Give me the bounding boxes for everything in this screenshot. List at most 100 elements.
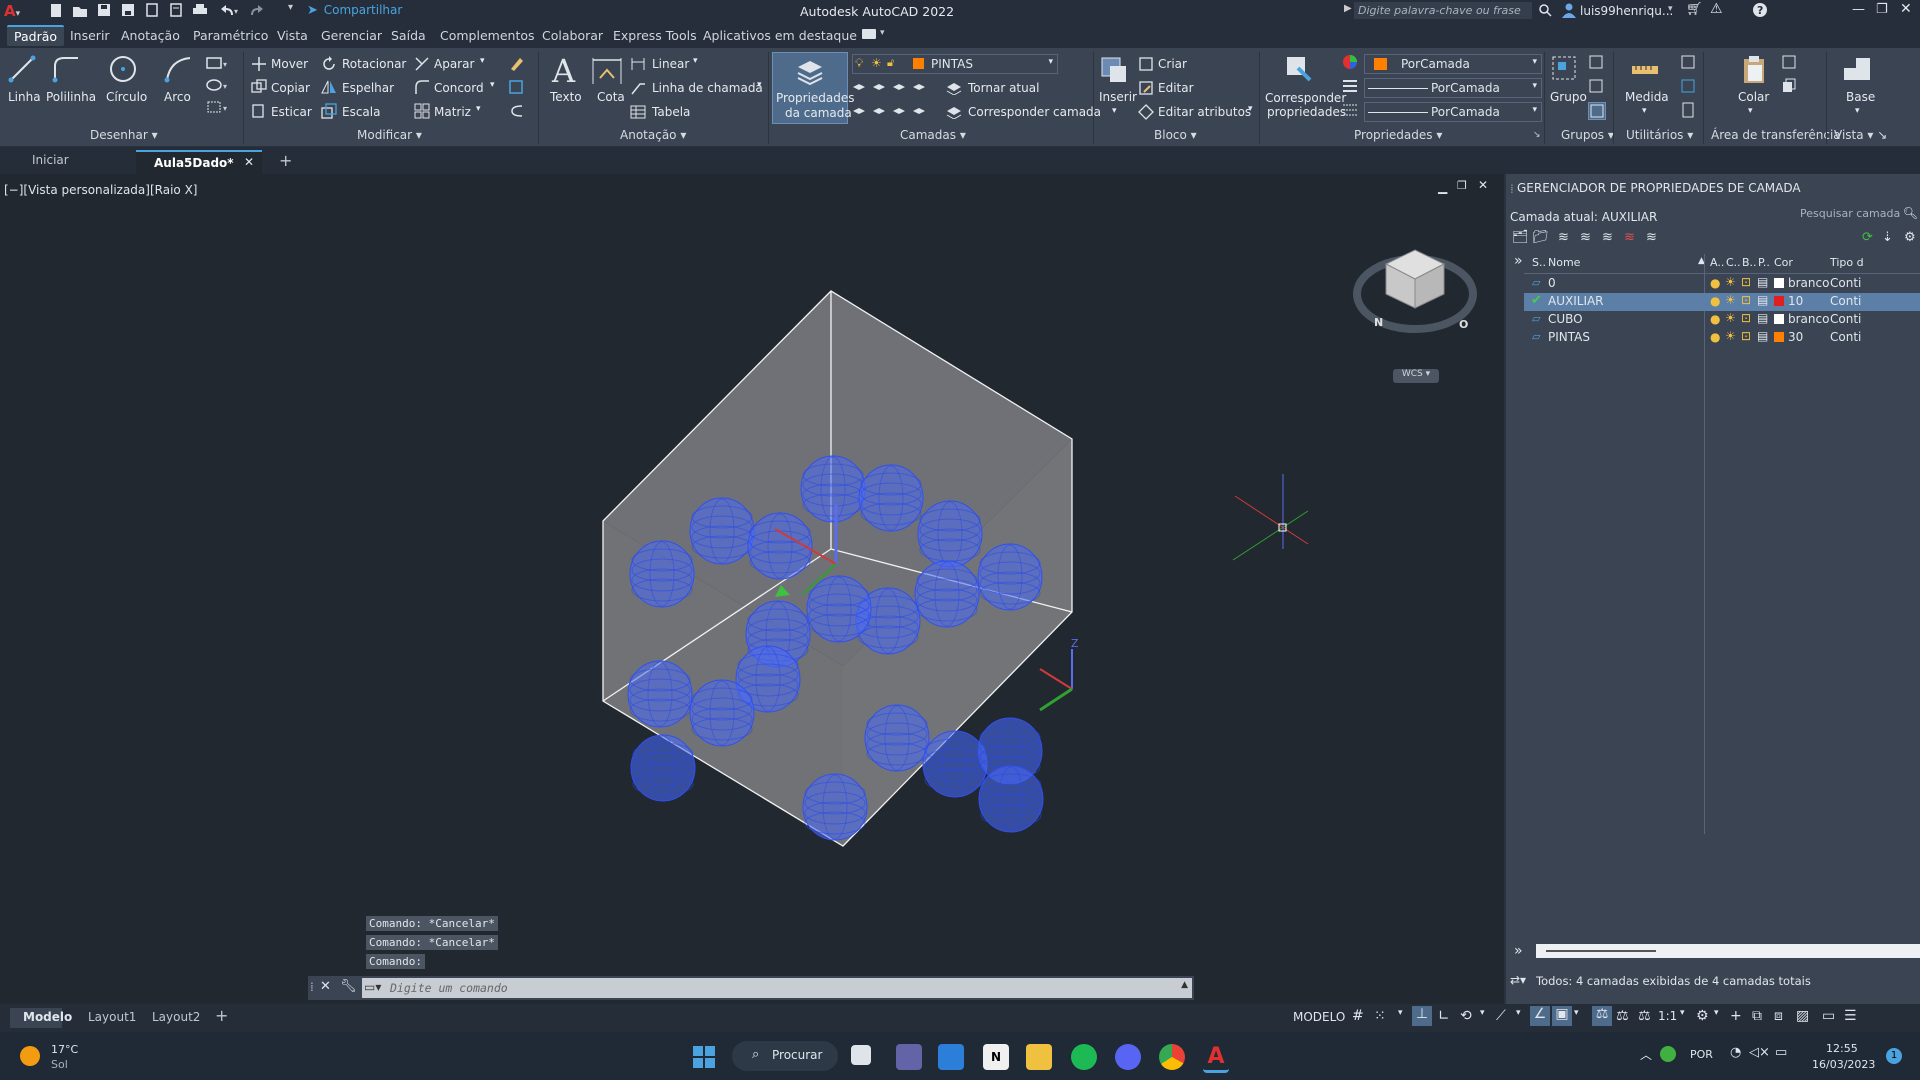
ribbon-minimize-icon[interactable]	[862, 29, 876, 39]
lineweight-icon[interactable]	[1342, 102, 1358, 118]
qat-customize-icon[interactable]: ▾	[288, 2, 306, 20]
task-view-icon[interactable]	[851, 1045, 871, 1065]
scale-icon[interactable]	[321, 103, 337, 119]
tab-drawing[interactable]: Aula5Dado* ✕	[136, 150, 262, 176]
drawing-canvas[interactable]: Z	[0, 174, 1504, 1004]
group-edit-icon[interactable]	[1588, 78, 1604, 94]
workspace-gear-icon[interactable]: ⚙	[1696, 1008, 1709, 1024]
search-input[interactable]: Digite palavra-chave ou frase	[1354, 2, 1532, 19]
calculator-icon[interactable]	[1680, 102, 1696, 118]
weather-temp[interactable]: 17°C	[51, 1043, 78, 1056]
tab-saida[interactable]: Saída	[391, 28, 426, 43]
group-tool[interactable]	[1550, 54, 1580, 84]
command-grip-icon[interactable]: ⁞	[310, 980, 314, 994]
new-property-filter-icon[interactable]: 🗂︎	[1512, 230, 1529, 245]
new-tab-icon[interactable]: +	[279, 151, 292, 170]
select-all-icon[interactable]	[1680, 78, 1696, 94]
layer-linetype[interactable]: Conti	[1830, 276, 1861, 290]
tab-layout2[interactable]: Layout2	[152, 1010, 200, 1024]
create-block-icon[interactable]	[1138, 56, 1154, 72]
array-icon[interactable]	[414, 103, 430, 119]
battery-icon[interactable]: ▭	[1775, 1045, 1787, 1060]
tab-complementos[interactable]: Complementos	[440, 28, 535, 43]
layer-plot-icon[interactable]: ▤	[1757, 293, 1768, 307]
object-snap-icon[interactable]: ▣	[1552, 1006, 1572, 1026]
layer-on-icon[interactable]: ●	[1710, 312, 1720, 326]
match-layer-icon[interactable]	[946, 103, 962, 119]
layer-freeze-icon[interactable]: ☀	[1725, 293, 1736, 307]
windows-start-icon[interactable]	[693, 1046, 715, 1068]
utilities-panel-title[interactable]: Utilitários ▾	[1626, 128, 1693, 142]
rotate-icon[interactable]	[321, 56, 337, 72]
polar-icon[interactable]: ⟲	[1460, 1008, 1472, 1024]
annotation-scale-icon[interactable]: ⚖	[1592, 1006, 1612, 1026]
wifi-icon[interactable]: ◔	[1730, 1045, 1741, 1060]
trim-icon[interactable]	[414, 56, 430, 72]
edit-block-icon[interactable]	[1138, 80, 1154, 96]
quick-select-icon[interactable]	[1680, 54, 1696, 70]
color-wheel-icon[interactable]	[1342, 54, 1358, 70]
new-layer-frozen-icon[interactable]: ≋	[1602, 230, 1613, 245]
tab-vista[interactable]: Vista	[277, 28, 308, 43]
drawing-viewport[interactable]: [−][Vista personalizada][Raio X] ▁ ❐ ✕ Z	[0, 174, 1504, 1004]
tray-app-icon[interactable]	[1660, 1046, 1676, 1062]
ribbon-dropdown-icon[interactable]: ▾	[880, 28, 885, 38]
col-plot[interactable]: P..	[1758, 256, 1770, 269]
autocad-logo-icon[interactable]: A▾	[4, 2, 26, 20]
table-button[interactable]: Tabela	[652, 105, 690, 119]
layer-freeze-icon[interactable]: ☀	[1725, 329, 1736, 343]
notion-icon[interactable]: N	[983, 1044, 1009, 1070]
lineweight-dropdown[interactable]: PorCamada ▾	[1364, 102, 1542, 122]
arc-tool[interactable]	[164, 54, 194, 84]
discord-icon[interactable]	[1115, 1044, 1141, 1070]
taskbar-search[interactable]: ⌕ Procurar	[732, 1041, 838, 1071]
trim-button[interactable]: Aparar	[434, 57, 474, 71]
gear-icon[interactable]: ⚙	[1904, 230, 1916, 245]
edit-attributes-button[interactable]: Editar atributos	[1158, 105, 1251, 119]
cart-icon[interactable]: 🛒︎	[1686, 2, 1703, 17]
new-group-filter-icon[interactable]: 📁︎	[1532, 230, 1549, 245]
col-linetype[interactable]: Tipo d	[1830, 256, 1864, 269]
base-label[interactable]: Base	[1846, 90, 1875, 104]
publish-icon[interactable]	[144, 2, 162, 20]
tab-padrao[interactable]: Padrão	[7, 25, 65, 46]
table-icon[interactable]	[630, 104, 646, 120]
rotate-button[interactable]: Rotacionar	[342, 57, 406, 71]
weather-desc[interactable]: Sol	[51, 1058, 68, 1071]
ungroup-icon[interactable]	[1588, 54, 1604, 70]
set-current-icon[interactable]: ≋	[1646, 230, 1657, 245]
arc-label[interactable]: Arco	[164, 90, 191, 104]
col-lock[interactable]: B..	[1742, 256, 1757, 269]
scale-button[interactable]: Escala	[342, 105, 380, 119]
insert-block-label[interactable]: Inserir	[1099, 90, 1137, 104]
copy-button[interactable]: Copiar	[271, 81, 310, 95]
layer-row[interactable]: ▱ CUBO ● ☀ ⊡ ▤ branco Conti	[1524, 311, 1920, 329]
user-name[interactable]: luis99henriqu...	[1580, 4, 1673, 18]
base-view-tool[interactable]	[1842, 54, 1872, 84]
layer-row[interactable]: ▱ 0 ● ☀ ⊡ ▤ branco Conti	[1524, 275, 1920, 293]
polar-dropdown-icon[interactable]: ▾	[1480, 1008, 1485, 1018]
layer-linetype[interactable]: Conti	[1830, 294, 1861, 308]
layer-linetype[interactable]: Conti	[1830, 330, 1861, 344]
new-layer-icon[interactable]: ≋	[1580, 230, 1591, 245]
delete-layer-icon[interactable]: ≋	[1624, 230, 1635, 245]
leader-icon[interactable]	[630, 80, 646, 96]
tab-layout1[interactable]: Layout1	[88, 1010, 136, 1024]
layer-properties-button[interactable]: Propriedades da camada	[772, 52, 855, 124]
mirror-button[interactable]: Espelhar	[342, 81, 394, 95]
circle-tool[interactable]	[108, 54, 138, 84]
isodraft-dropdown-icon[interactable]: ▾	[1516, 1008, 1521, 1018]
groups-panel-title[interactable]: Grupos ▾	[1561, 128, 1614, 142]
modify-panel-title[interactable]: Modificar ▾	[357, 128, 422, 142]
tab-model[interactable]: Modelo	[10, 1008, 72, 1028]
layer-states-icon[interactable]: ≋	[1558, 230, 1569, 245]
search-icon[interactable]	[1538, 3, 1552, 17]
text-label[interactable]: Texto	[550, 90, 582, 104]
volume-icon[interactable]: ◁×	[1749, 1045, 1770, 1060]
layer-lock-icon[interactable]: ⊡	[1741, 329, 1751, 343]
col-status[interactable]: S..	[1532, 256, 1546, 269]
grid-icon[interactable]: #	[1352, 1008, 1364, 1024]
weather-icon[interactable]	[20, 1046, 40, 1066]
language-indicator[interactable]: POR	[1690, 1048, 1713, 1061]
print-icon[interactable]	[192, 2, 210, 20]
